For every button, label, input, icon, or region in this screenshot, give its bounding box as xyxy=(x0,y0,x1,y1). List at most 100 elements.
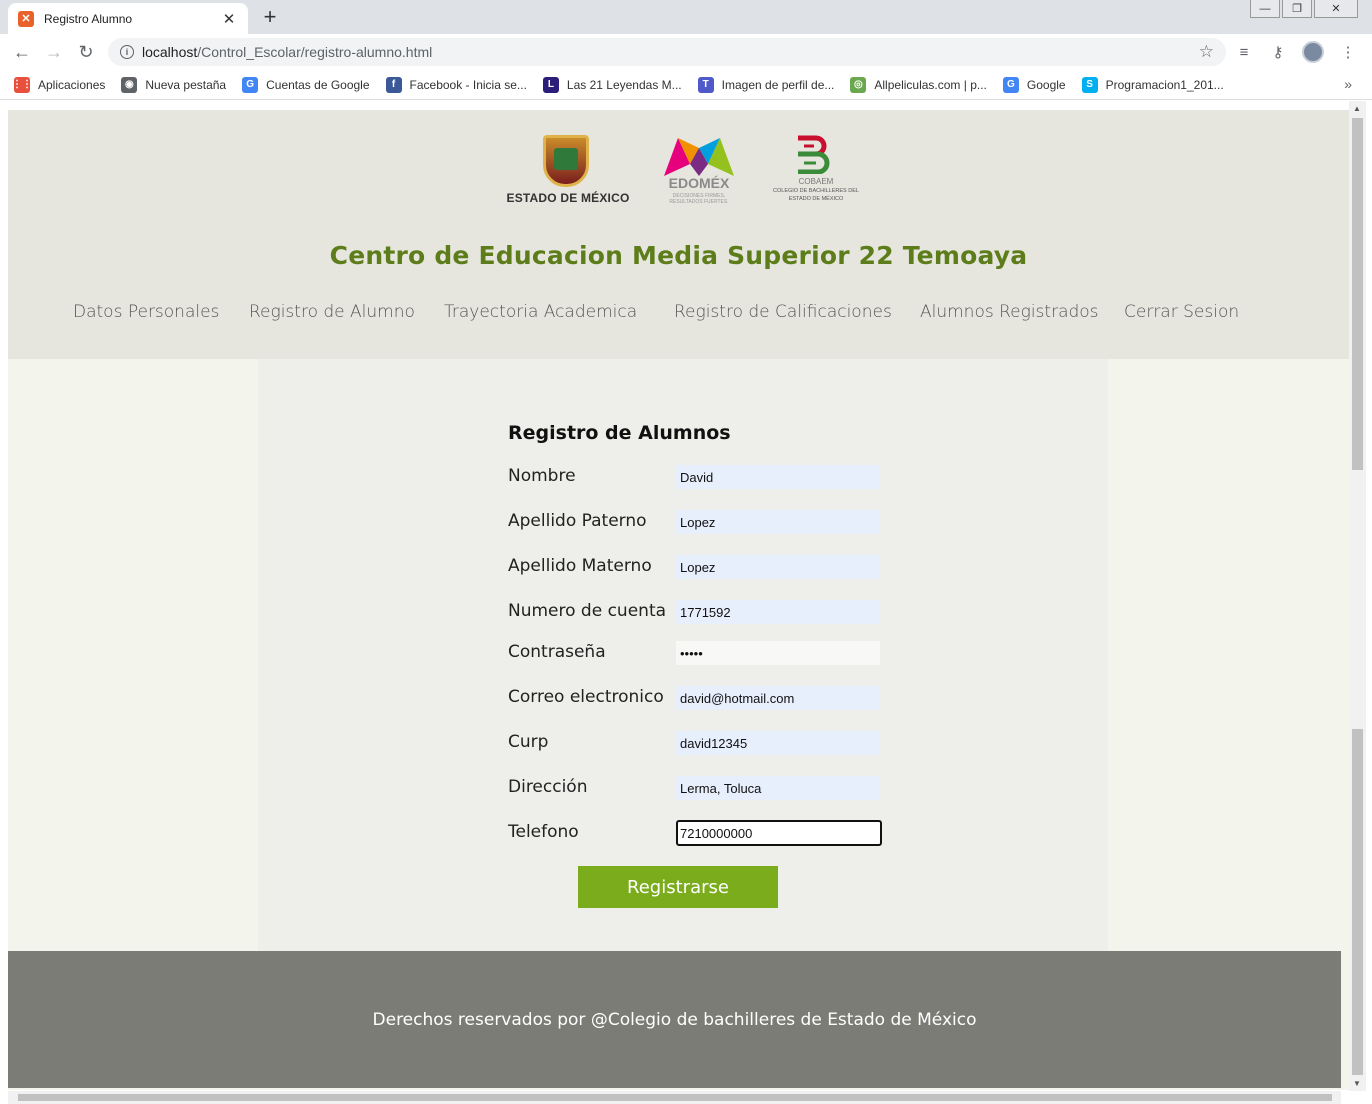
teams-icon: T xyxy=(697,76,714,93)
scroll-up-icon[interactable]: ▲ xyxy=(1353,104,1361,113)
tab-title: Registro Alumno xyxy=(44,11,133,26)
bookmark-label: Aplicaciones xyxy=(38,77,106,92)
label-direccion: Dirección xyxy=(508,777,588,797)
browser-tab[interactable]: ✕ Registro Alumno ✕ xyxy=(8,3,248,34)
label-telefono: Telefono xyxy=(508,822,579,842)
horizontal-scroll-thumb[interactable] xyxy=(18,1094,1332,1101)
browser-tab-strip: ✕ Registro Alumno ✕ + — ❐ ✕ xyxy=(0,0,1372,34)
page: ESTADO DE MÉXICO EDOMÉX DECISIONES FIRME… xyxy=(8,110,1349,1090)
url-path: /Control_Escolar/registro-alumno.html xyxy=(197,44,433,60)
key-icon[interactable]: ⚷ xyxy=(1268,43,1288,61)
bookmark-label: Google xyxy=(1026,77,1066,92)
bookmark-item[interactable]: G Cuentas de Google xyxy=(242,76,370,93)
logo-edomex-sub: DECISIONES FIRMES, RESULTADOS FUERTES. xyxy=(669,193,729,205)
bookmark-item[interactable]: L Las 21 Leyendas M... xyxy=(542,76,682,93)
bookmark-item[interactable]: S Programacion1_201... xyxy=(1081,76,1224,93)
site-header: ESTADO DE MÉXICO EDOMÉX DECISIONES FIRME… xyxy=(8,110,1349,359)
bookmark-item[interactable]: ◉ Nueva pestaña xyxy=(121,76,227,93)
nombre-input[interactable] xyxy=(676,465,880,489)
apps-grid-icon: ⋮⋮ xyxy=(12,76,32,93)
logo-estado-text: ESTADO DE MÉXICO xyxy=(506,191,630,205)
form-title: Registro de Alumnos xyxy=(508,422,731,444)
registrarse-button[interactable]: Registrarse xyxy=(578,866,778,908)
toolbar-icons: ≡ ⚷ ⋮ xyxy=(1234,38,1358,66)
vertical-scrollbar[interactable]: ▲ ▼ xyxy=(1349,101,1366,1091)
address-bar[interactable]: i localhost/Control_Escolar/registro-alu… xyxy=(108,38,1226,66)
forward-arrow-icon[interactable]: → xyxy=(41,39,67,65)
nav-datos-personales[interactable]: Datos Personales xyxy=(73,302,219,322)
label-nombre: Nombre xyxy=(508,466,576,486)
bookmark-item[interactable]: ◎ Allpeliculas.com | p... xyxy=(850,76,987,93)
letter-l-icon: L xyxy=(542,76,559,93)
label-correo-electronico: Correo electronico xyxy=(508,687,664,707)
numero-de-cuenta-input[interactable] xyxy=(676,600,880,624)
nav-registro-de-alumno[interactable]: Registro de Alumno xyxy=(249,302,415,322)
back-arrow-icon[interactable]: ← xyxy=(9,39,35,65)
main-nav: Datos Personales Registro de Alumno Tray… xyxy=(8,302,1349,332)
facebook-icon: f xyxy=(385,76,402,93)
bookmark-item[interactable]: f Facebook - Inicia se... xyxy=(385,76,527,93)
kebab-menu-icon[interactable]: ⋮ xyxy=(1338,43,1358,61)
nav-alumnos-registrados[interactable]: Alumnos Registrados xyxy=(920,302,1099,322)
correo-electronico-input[interactable] xyxy=(676,686,880,710)
bookmark-label: Nueva pestaña xyxy=(145,77,227,92)
scroll-thumb-lower[interactable] xyxy=(1352,729,1363,1075)
direccion-input[interactable] xyxy=(676,776,880,800)
browser-toolbar: ← → ↻ i localhost/Control_Escolar/regist… xyxy=(0,34,1372,70)
window-controls: — ❐ ✕ xyxy=(1250,0,1358,18)
media-queue-icon[interactable]: ≡ xyxy=(1234,44,1254,61)
curp-input[interactable] xyxy=(676,731,880,755)
label-contrasena: Contraseña xyxy=(508,642,606,662)
google-icon: G xyxy=(242,76,259,93)
label-apellido-materno: Apellido Materno xyxy=(508,556,652,576)
bookmark-label: Facebook - Inicia se... xyxy=(409,77,527,92)
label-curp: Curp xyxy=(508,732,549,752)
bookmark-item[interactable]: T Imagen de perfil de... xyxy=(697,76,835,93)
bookmark-label: Cuentas de Google xyxy=(266,77,370,92)
url-host: localhost xyxy=(142,44,198,60)
school-title: Centro de Educacion Media Superior 22 Te… xyxy=(329,241,1028,270)
footer-text: Derechos reservados por @Colegio de bach… xyxy=(372,1010,977,1030)
registration-panel: Registro de Alumnos Nombre Apellido Pate… xyxy=(258,359,1108,951)
bookmark-star-icon[interactable]: ☆ xyxy=(1199,42,1214,62)
nav-trayectoria-academica[interactable]: Trayectoria Academica xyxy=(444,302,637,322)
edomex-mm-icon xyxy=(664,138,734,176)
nav-registro-de-calificaciones[interactable]: Registro de Calificaciones xyxy=(674,302,892,322)
bookmark-label: Allpeliculas.com | p... xyxy=(874,77,987,92)
bookmark-label: Las 21 Leyendas M... xyxy=(566,77,682,92)
logo-cobaem-sub: COLEGIO DE BACHILLERES DEL ESTADO DE MÉX… xyxy=(773,188,859,202)
scroll-thumb[interactable] xyxy=(1352,118,1363,470)
bookmark-label: Imagen de perfil de... xyxy=(721,77,835,92)
bookmarks-overflow-icon[interactable]: » xyxy=(1344,76,1352,92)
restore-icon[interactable]: ❐ xyxy=(1282,0,1312,18)
profile-avatar[interactable] xyxy=(1302,41,1324,63)
horizontal-scrollbar[interactable] xyxy=(8,1091,1341,1104)
xampp-favicon-icon: ✕ xyxy=(18,10,34,27)
telefono-input[interactable] xyxy=(676,820,882,846)
skype-icon: S xyxy=(1081,76,1098,93)
page-viewport: ESTADO DE MÉXICO EDOMÉX DECISIONES FIRME… xyxy=(0,101,1372,1104)
minimize-icon[interactable]: — xyxy=(1250,0,1280,18)
nav-cerrar-sesion[interactable]: Cerrar Sesion xyxy=(1124,302,1239,322)
logo-cobaem-text: COBAEM xyxy=(798,177,834,186)
logos: ESTADO DE MÉXICO EDOMÉX DECISIONES FIRME… xyxy=(498,132,868,212)
bookmarks-bar: ⋮⋮ Aplicaciones ◉ Nueva pestaña G Cuentas de … xyxy=(0,70,1372,100)
window-close-icon[interactable]: ✕ xyxy=(1314,0,1358,18)
reload-icon[interactable]: ↻ xyxy=(73,39,99,65)
bookmark-label: Programacion1_201... xyxy=(1105,77,1224,92)
contrasena-input[interactable] xyxy=(676,641,880,665)
globe-icon: ◉ xyxy=(121,76,138,93)
apellido-paterno-input[interactable] xyxy=(676,510,880,534)
site-info-icon[interactable]: i xyxy=(120,45,134,59)
apellido-materno-input[interactable] xyxy=(676,555,880,579)
logo-edomex-text: EDOMÉX xyxy=(668,175,730,191)
bookmark-item[interactable]: ⋮⋮ Aplicaciones xyxy=(12,76,106,93)
tab-close-icon[interactable]: ✕ xyxy=(220,10,238,28)
coat-of-arms-icon xyxy=(543,135,589,187)
allpeliculas-icon: ◎ xyxy=(850,76,867,93)
bookmark-item[interactable]: G Google xyxy=(1002,76,1066,93)
scroll-down-icon[interactable]: ▼ xyxy=(1353,1079,1361,1088)
url-text[interactable]: localhost/Control_Escolar/registro-alumn… xyxy=(142,44,1199,60)
new-tab-button[interactable]: + xyxy=(256,4,284,30)
site-footer: Derechos reservados por @Colegio de bach… xyxy=(8,951,1341,1088)
